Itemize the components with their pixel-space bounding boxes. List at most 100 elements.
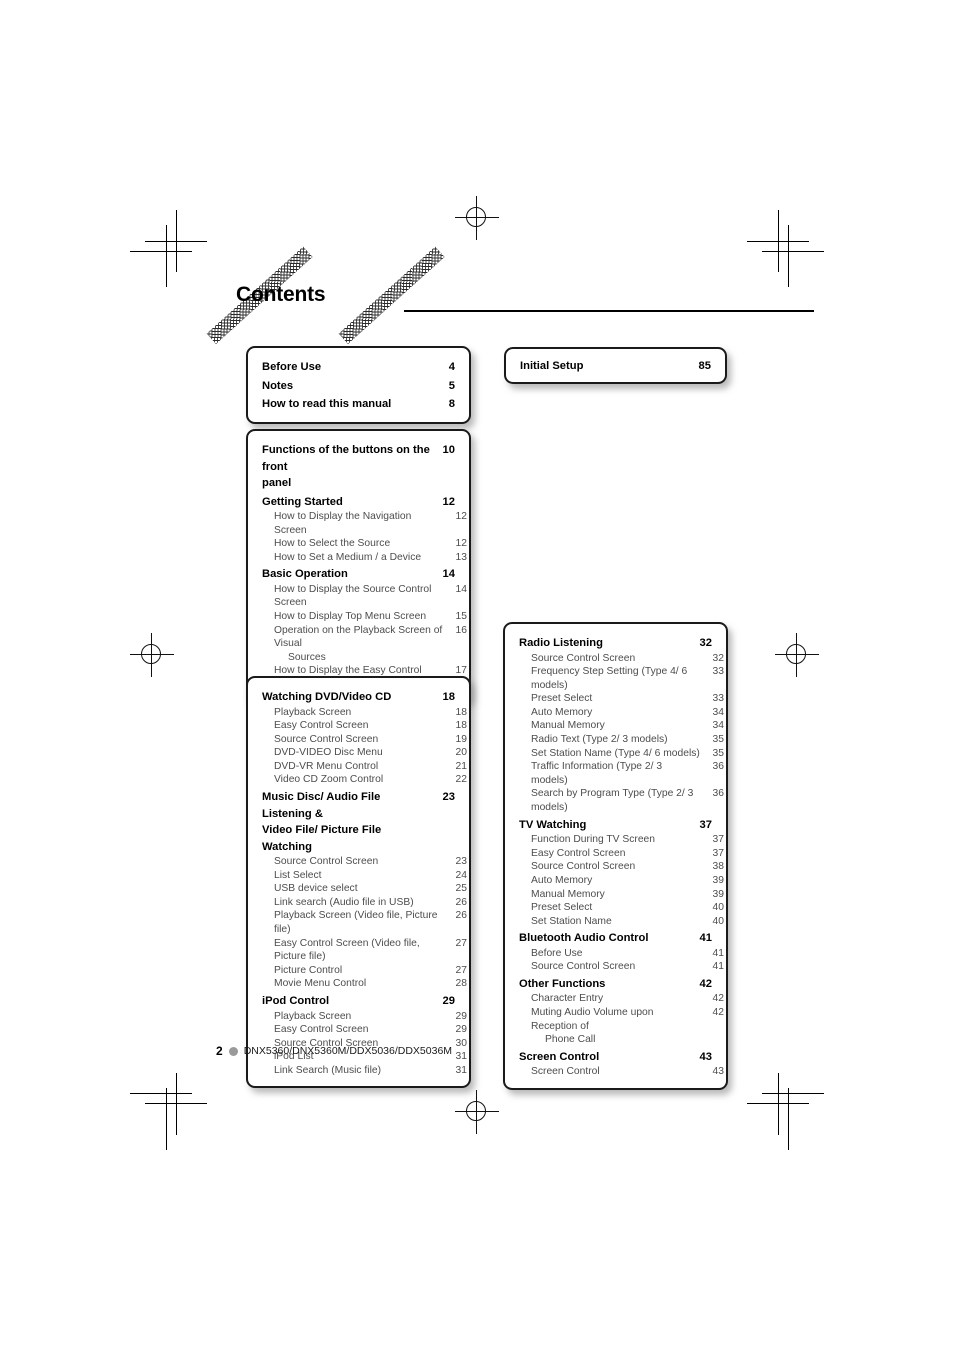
toc-sub-entry[interactable]: Traffic Information (Type 2/ 3 models) 36 xyxy=(519,760,724,787)
toc-entry-label: Muting Audio Volume upon Reception of Pho… xyxy=(531,1006,700,1047)
toc-sub-entry[interactable]: How to Select the Source 12 xyxy=(262,537,467,551)
toc-section-entry[interactable]: TV Watching 37 xyxy=(519,817,712,834)
toc-section-entry[interactable]: Bluetooth Audio Control 41 xyxy=(519,930,712,947)
toc-sub-entry[interactable]: Playback Screen 18 xyxy=(262,706,467,720)
toc-entry-page-number: 85 xyxy=(698,360,711,372)
toc-entry-label: How to Set a Medium / a Device xyxy=(274,551,422,563)
toc-entry-page-number: 13 xyxy=(455,551,467,563)
toc-section-entry[interactable]: Radio Listening 32 xyxy=(519,635,712,652)
toc-section-entry[interactable]: Initial Setup 85 xyxy=(520,358,711,375)
toc-sub-entry[interactable]: Easy Control Screen 37 xyxy=(519,847,724,861)
toc-sub-entry[interactable]: USB device select 25 xyxy=(262,882,467,896)
toc-sub-entry[interactable]: Playback Screen 29 xyxy=(262,1010,467,1024)
toc-entry-page-number: 27 xyxy=(455,964,467,976)
toc-section-entry[interactable]: Functions of the buttons on the front pan… xyxy=(262,442,455,492)
toc-entry-page-number: 37 xyxy=(712,834,724,846)
toc-sub-entry[interactable]: Radio Text (Type 2/ 3 models) 35 xyxy=(519,733,724,747)
toc-entry-label: Character Entry xyxy=(531,993,604,1005)
toc-sub-entry[interactable]: Movie Menu Control 28 xyxy=(262,977,467,991)
toc-sub-entry[interactable]: Muting Audio Volume upon Reception of Pho… xyxy=(519,1006,724,1047)
toc-sub-entry[interactable]: Easy Control Screen (Video file, Picture… xyxy=(262,937,467,964)
toc-sub-entry[interactable]: Source Control Screen 23 xyxy=(262,855,467,869)
toc-sub-entry[interactable]: Preset Select 33 xyxy=(519,692,724,706)
toc-sub-entry[interactable]: Source Control Screen 19 xyxy=(262,733,467,747)
toc-sub-entry[interactable]: Playback Screen (Video file, Picture fil… xyxy=(262,909,467,936)
toc-entry-page-number: 27 xyxy=(455,937,467,949)
toc-entry-label: Search by Program Type (Type 2/ 3 models… xyxy=(531,788,694,814)
toc-section-entry[interactable]: Screen Control 43 xyxy=(519,1049,712,1066)
toc-entry-label: Operation on the Playback Screen of Visu… xyxy=(274,624,443,663)
toc-sub-entry[interactable]: Screen Control 43 xyxy=(519,1065,724,1079)
crop-line xyxy=(130,251,192,252)
toc-sub-entry[interactable]: Set Station Name 40 xyxy=(519,915,724,929)
toc-entry-label: Watching DVD/Video CD xyxy=(262,691,392,703)
toc-entry-page-number: 35 xyxy=(712,747,724,759)
toc-sub-entry[interactable]: Operation on the Playback Screen of Visu… xyxy=(262,624,467,665)
toc-sub-entry[interactable]: Search by Program Type (Type 2/ 3 models… xyxy=(519,787,724,814)
toc-section-entry[interactable]: Before Use 4 xyxy=(262,359,455,376)
toc-sub-entry[interactable]: How to Display the Source Control Screen… xyxy=(262,583,467,610)
toc-box-initial-setup: Initial Setup 85 xyxy=(504,347,727,384)
toc-entry-label: Auto Memory xyxy=(531,706,593,718)
toc-sub-entry[interactable]: Preset Select 40 xyxy=(519,901,724,915)
toc-section-entry[interactable]: Watching DVD/Video CD 18 xyxy=(262,689,455,706)
toc-section-entry[interactable]: iPod Control 29 xyxy=(262,993,455,1010)
toc-sub-entry[interactable]: How to Display the Navigation Screen 12 xyxy=(262,510,467,537)
toc-entry-label: Set Station Name (Type 4/ 6 models) xyxy=(531,747,700,759)
toc-sub-entry[interactable]: Character Entry 42 xyxy=(519,992,724,1006)
toc-box-tuner: Radio Listening 32 Source Control Screen 32… xyxy=(503,622,728,1090)
toc-sub-entry[interactable]: Link search (Audio file in USB) 26 xyxy=(262,896,467,910)
toc-entry-label: Set Station Name xyxy=(531,915,612,927)
toc-sub-entry[interactable]: Before Use 41 xyxy=(519,947,724,961)
toc-sub-entry[interactable]: Easy Control Screen 29 xyxy=(262,1023,467,1037)
toc-sub-entry[interactable]: Source Control Screen 41 xyxy=(519,960,724,974)
crop-line xyxy=(778,1073,779,1135)
registration-mark-right xyxy=(775,633,819,677)
toc-entry-page-number: 18 xyxy=(442,691,455,703)
toc-sub-entry[interactable]: Auto Memory 39 xyxy=(519,874,724,888)
toc-sub-entry[interactable]: Set Station Name (Type 4/ 6 models) 35 xyxy=(519,747,724,761)
registration-circle xyxy=(466,1101,486,1121)
toc-sub-entry[interactable]: Source Control Screen 38 xyxy=(519,860,724,874)
toc-section-entry[interactable]: How to read this manual 8 xyxy=(262,396,455,413)
toc-sub-entry[interactable]: How to Set a Medium / a Device 13 xyxy=(262,551,467,565)
toc-sub-entry[interactable]: Frequency Step Setting (Type 4/ 6 models… xyxy=(519,665,724,692)
toc-sub-entry[interactable]: Function During TV Screen 37 xyxy=(519,833,724,847)
toc-sub-entry[interactable]: DVD-VR Menu Control 21 xyxy=(262,760,467,774)
toc-sub-entry[interactable]: Picture Control 27 xyxy=(262,964,467,978)
toc-entry-label: iPod Control xyxy=(262,995,330,1007)
toc-sub-entry[interactable]: Manual Memory 39 xyxy=(519,888,724,902)
toc-sub-entry[interactable]: How to Display Top Menu Screen 15 xyxy=(262,610,467,624)
toc-sub-entry[interactable]: Manual Memory 34 xyxy=(519,719,724,733)
toc-section-entry[interactable]: Music Disc/ Audio File Listening & Video … xyxy=(262,789,455,855)
toc-entry-label: Other Functions xyxy=(519,977,606,990)
toc-entry-label: Radio Text (Type 2/ 3 models) xyxy=(531,734,668,746)
toc-entry-label: Manual Memory xyxy=(531,720,605,732)
toc-entry-label: Initial Setup xyxy=(520,360,584,372)
toc-entry-label: List Select xyxy=(274,869,322,881)
toc-entry-page-number: 36 xyxy=(712,788,724,800)
toc-section-entry[interactable]: Other Functions 42 xyxy=(519,976,712,993)
toc-entry-label: Function During TV Screen xyxy=(531,834,656,846)
toc-section-entry[interactable]: Getting Started 12 xyxy=(262,494,455,511)
toc-section-entry[interactable]: Basic Operation 14 xyxy=(262,566,455,583)
toc-entry-label: Manual Memory xyxy=(531,888,605,900)
toc-sub-entry[interactable]: Link Search (Music file) 31 xyxy=(262,1064,467,1078)
toc-entry-page-number: 20 xyxy=(455,747,467,759)
toc-sub-entry[interactable]: DVD-VIDEO Disc Menu 20 xyxy=(262,746,467,760)
toc-entry-page-number: 18 xyxy=(455,720,467,732)
toc-entry-label: Music Disc/ Audio File Listening & Video … xyxy=(262,789,431,855)
toc-sub-entry[interactable]: Easy Control Screen 18 xyxy=(262,719,467,733)
toc-sub-entry[interactable]: Video CD Zoom Control 22 xyxy=(262,773,467,787)
crop-line xyxy=(788,225,789,287)
toc-entry-page-number: 32 xyxy=(699,637,712,649)
toc-entry-label: Source Control Screen xyxy=(531,861,636,873)
crop-line xyxy=(762,251,824,252)
toc-entry-label-continued: Phone Call xyxy=(545,1034,596,1046)
toc-entry-page-number: 33 xyxy=(712,693,724,705)
toc-section-entry[interactable]: Notes 5 xyxy=(262,378,455,395)
toc-entry-page-number: 29 xyxy=(455,1010,467,1022)
toc-sub-entry[interactable]: Auto Memory 34 xyxy=(519,706,724,720)
toc-sub-entry[interactable]: Source Control Screen 32 xyxy=(519,652,724,666)
toc-sub-entry[interactable]: List Select 24 xyxy=(262,869,467,883)
